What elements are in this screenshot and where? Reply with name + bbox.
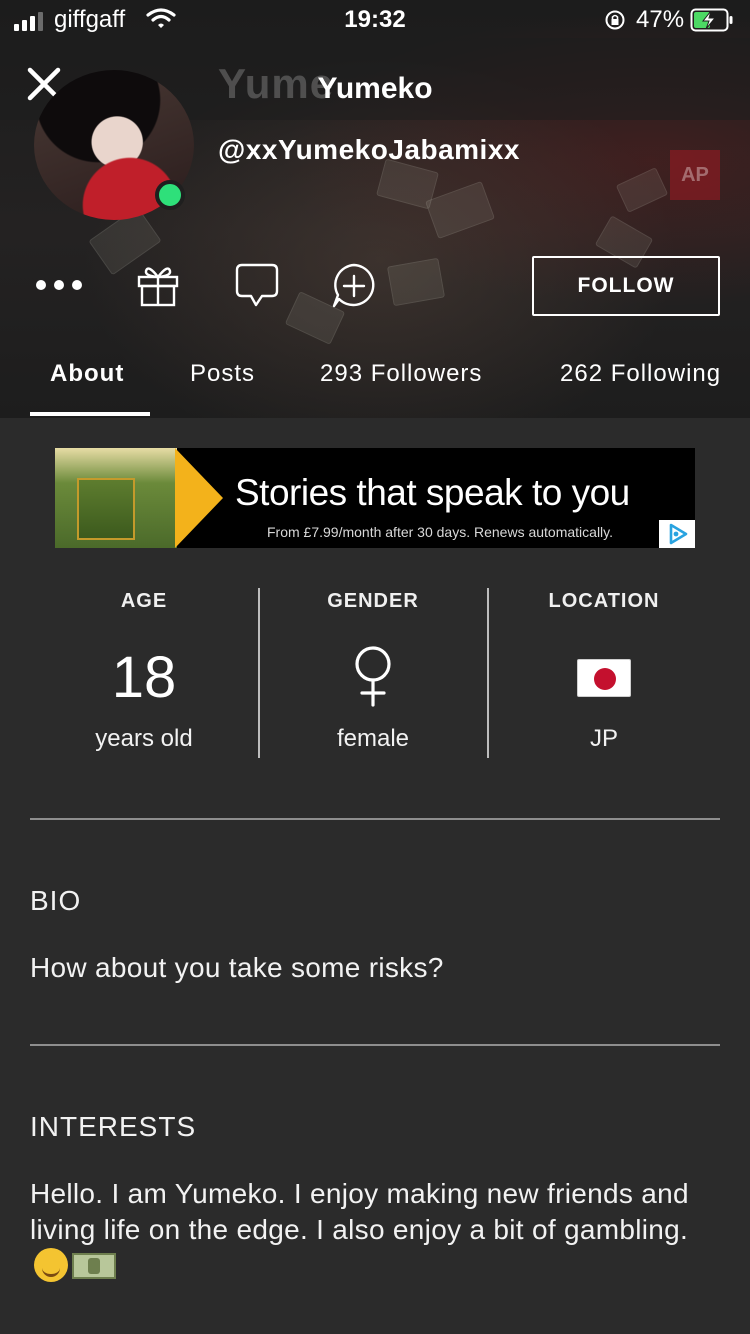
stat-location: LOCATION JP	[489, 588, 719, 753]
rotation-lock-icon	[604, 9, 626, 38]
chat-icon[interactable]	[234, 262, 280, 315]
bio-text: How about you take some risks?	[30, 952, 444, 983]
money-bill-emoji-icon	[72, 1253, 116, 1279]
age-unit: years old	[95, 725, 193, 752]
tab-following[interactable]: 262 Following	[560, 360, 721, 388]
gender-label: GENDER	[327, 590, 419, 612]
ap-badge: AP	[670, 150, 720, 200]
bio-heading: BIO	[30, 885, 82, 916]
location-label: LOCATION	[548, 590, 660, 612]
advertisement-banner[interactable]: Stories that speak to you From £7.99/mon…	[55, 448, 695, 548]
background-card-shape	[615, 167, 669, 213]
ad-fineprint: From £7.99/month after 30 days. Renews a…	[267, 524, 614, 540]
tab-about[interactable]: About	[50, 360, 124, 388]
tab-followers[interactable]: 293 Followers	[320, 360, 482, 388]
age-value: 18	[111, 645, 177, 710]
tab-posts[interactable]: Posts	[190, 360, 255, 388]
ad-choices-icon[interactable]	[659, 520, 695, 548]
japan-flag-icon	[577, 659, 631, 697]
ad-book-image	[55, 448, 177, 548]
section-divider	[30, 1044, 720, 1046]
interests-body: Hello. I am Yumeko. I enjoy making new f…	[30, 1178, 689, 1245]
interests-text: Hello. I am Yumeko. I enjoy making new f…	[30, 1176, 720, 1285]
active-tab-indicator	[30, 412, 150, 416]
background-card-shape	[376, 158, 439, 210]
battery-percentage: 47%	[636, 6, 685, 33]
online-status-indicator	[155, 180, 185, 210]
age-label: AGE	[120, 590, 168, 612]
battery-charging-icon	[690, 8, 734, 39]
location-value: JP	[589, 725, 618, 752]
ad-chevron-shape	[175, 448, 223, 548]
ad-headline: Stories that speak to you	[235, 472, 630, 513]
status-bar: giffgaff 19:32 47%	[0, 0, 750, 40]
gender-value: female	[336, 725, 410, 752]
background-card-shape	[424, 180, 496, 240]
smiling-face-emoji-icon	[34, 1248, 68, 1282]
section-divider	[30, 818, 720, 820]
more-options-icon[interactable]	[36, 280, 82, 290]
new-chat-icon[interactable]	[330, 262, 378, 315]
follow-button[interactable]: FOLLOW	[532, 256, 720, 316]
interests-heading: INTERESTS	[30, 1111, 197, 1142]
stat-gender: GENDER female	[258, 588, 488, 753]
gift-icon[interactable]	[136, 262, 180, 313]
stat-age: AGE 18 years old	[29, 588, 259, 753]
user-handle: @xxYumekoJabamixx	[218, 134, 520, 165]
female-symbol-icon	[349, 645, 397, 712]
background-card-shape	[386, 257, 446, 307]
